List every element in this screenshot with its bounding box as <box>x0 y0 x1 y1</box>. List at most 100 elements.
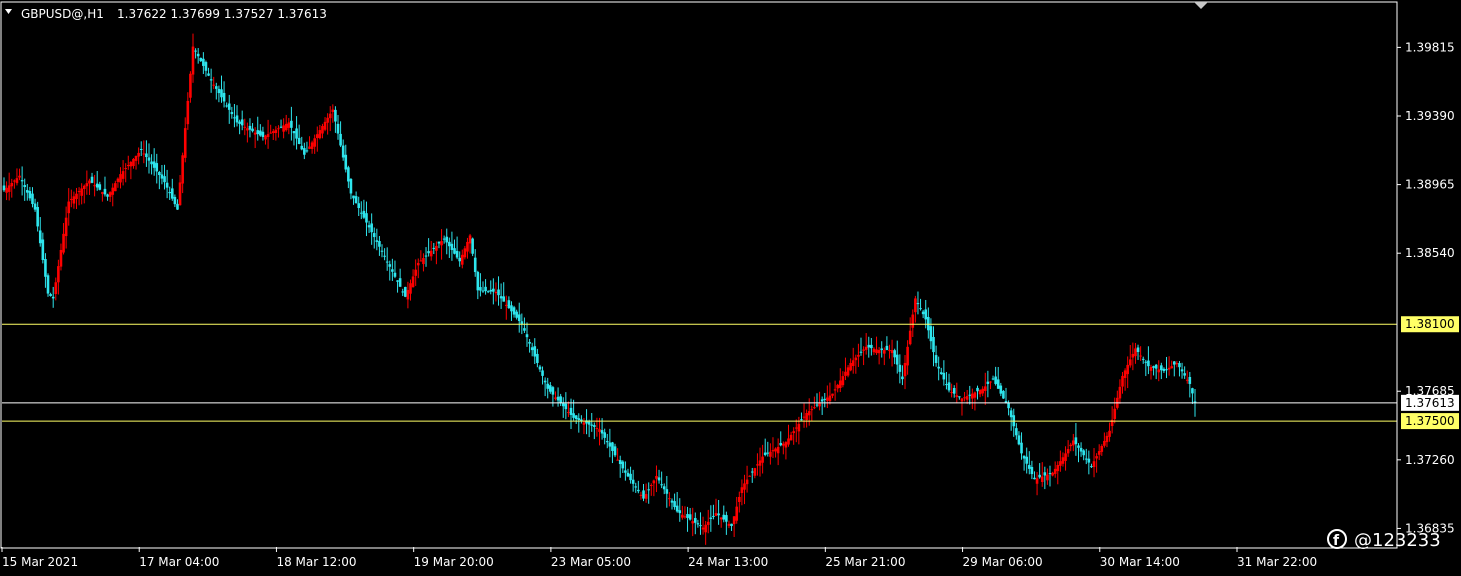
candle-body <box>717 513 720 516</box>
candle-body <box>370 223 373 233</box>
candle-body <box>766 452 770 454</box>
candle-body <box>341 145 345 158</box>
candle-body <box>1188 376 1192 384</box>
candle-body <box>937 366 940 369</box>
candle-body <box>437 241 441 244</box>
candle-body <box>240 119 244 126</box>
candle-body <box>789 434 793 441</box>
x-tick-label: 19 Mar 20:00 <box>414 555 494 569</box>
candle-body <box>209 79 213 81</box>
candle-body <box>569 407 573 415</box>
candle-body <box>983 386 987 391</box>
candle-body <box>1154 364 1158 369</box>
candle-body <box>168 192 172 194</box>
candle-body <box>864 346 868 350</box>
candle-body <box>279 126 283 128</box>
candle-body <box>924 309 928 320</box>
candle-body <box>782 443 785 446</box>
candle-body <box>756 464 759 466</box>
candle-body <box>740 487 744 494</box>
candle-body <box>445 236 449 243</box>
candle-body <box>787 438 790 445</box>
y-tick-label: 1.37260 <box>1405 453 1455 467</box>
candle-body <box>556 396 560 401</box>
candle-body <box>308 146 311 149</box>
candle-body <box>147 157 151 161</box>
candle-body <box>186 100 190 125</box>
candle-body <box>598 429 601 432</box>
candle-body <box>939 372 943 374</box>
candle-body <box>170 188 174 199</box>
candle-body <box>126 165 130 167</box>
candle-body <box>1066 449 1070 454</box>
candle-body <box>1038 474 1041 478</box>
candle-body <box>150 161 153 165</box>
candle-body <box>647 489 650 491</box>
candle-body <box>282 125 285 132</box>
candle-body <box>815 404 819 406</box>
candle-body <box>1074 437 1078 445</box>
candle-body <box>841 376 845 386</box>
candle-body <box>631 479 635 484</box>
candle-body <box>196 53 200 57</box>
candle-body <box>57 266 60 283</box>
candle-body <box>85 183 89 187</box>
candle-body <box>699 525 702 527</box>
candle-body <box>546 383 550 389</box>
candle-body <box>41 239 45 260</box>
candle-body <box>287 122 291 128</box>
candle-body <box>872 348 876 353</box>
candle-body <box>996 379 1000 389</box>
candle-body <box>512 307 516 315</box>
candle-body <box>266 134 270 138</box>
candle-body <box>1131 353 1135 358</box>
candle-body <box>404 286 407 297</box>
candle-body <box>248 125 252 130</box>
candle-body <box>297 137 301 144</box>
candle-body <box>411 276 415 288</box>
candle-body <box>1175 362 1179 365</box>
candle-body <box>1113 408 1117 419</box>
candle-body <box>217 88 221 94</box>
candle-body <box>1043 472 1047 476</box>
candle-body <box>549 385 552 392</box>
x-tick-label: 23 Mar 05:00 <box>551 555 631 569</box>
candle-body <box>748 475 751 477</box>
candle-body <box>1157 369 1161 373</box>
candle-body <box>178 182 182 206</box>
candle-body <box>207 73 210 76</box>
candlestick-chart[interactable]: 1.381001.376131.37500 1.398151.393901.38… <box>0 0 1461 576</box>
candle-body <box>176 203 179 210</box>
candle-body <box>525 334 529 338</box>
candle-body <box>1172 361 1176 365</box>
candle-body <box>290 120 293 128</box>
candle-body <box>916 303 920 305</box>
candle-body <box>750 471 754 473</box>
candle-body <box>968 394 972 396</box>
candle-body <box>393 272 397 277</box>
candle-body <box>380 250 384 252</box>
candle-body <box>455 250 459 258</box>
candle-body <box>64 217 68 237</box>
candle-body <box>1191 388 1194 394</box>
candle-body <box>836 384 839 389</box>
candle-body <box>334 109 337 122</box>
candle-body <box>88 180 91 184</box>
candle-body <box>259 130 262 136</box>
candle-body <box>95 183 99 188</box>
candle-body <box>7 185 11 192</box>
candle-body <box>528 341 531 344</box>
candle-body <box>139 148 143 150</box>
candle-body <box>652 480 656 484</box>
candle-body <box>28 191 32 199</box>
candle-body <box>551 387 555 395</box>
candle-body <box>108 192 112 197</box>
candle-body <box>1015 428 1018 436</box>
candle-body <box>1079 447 1083 452</box>
candle-body <box>696 523 700 525</box>
chart-ohlc: 1.37622 1.37699 1.37527 1.37613 <box>117 7 327 21</box>
candle-body <box>365 213 368 223</box>
candle-body <box>719 517 723 520</box>
candle-body <box>818 403 821 407</box>
candle-body <box>955 395 959 398</box>
